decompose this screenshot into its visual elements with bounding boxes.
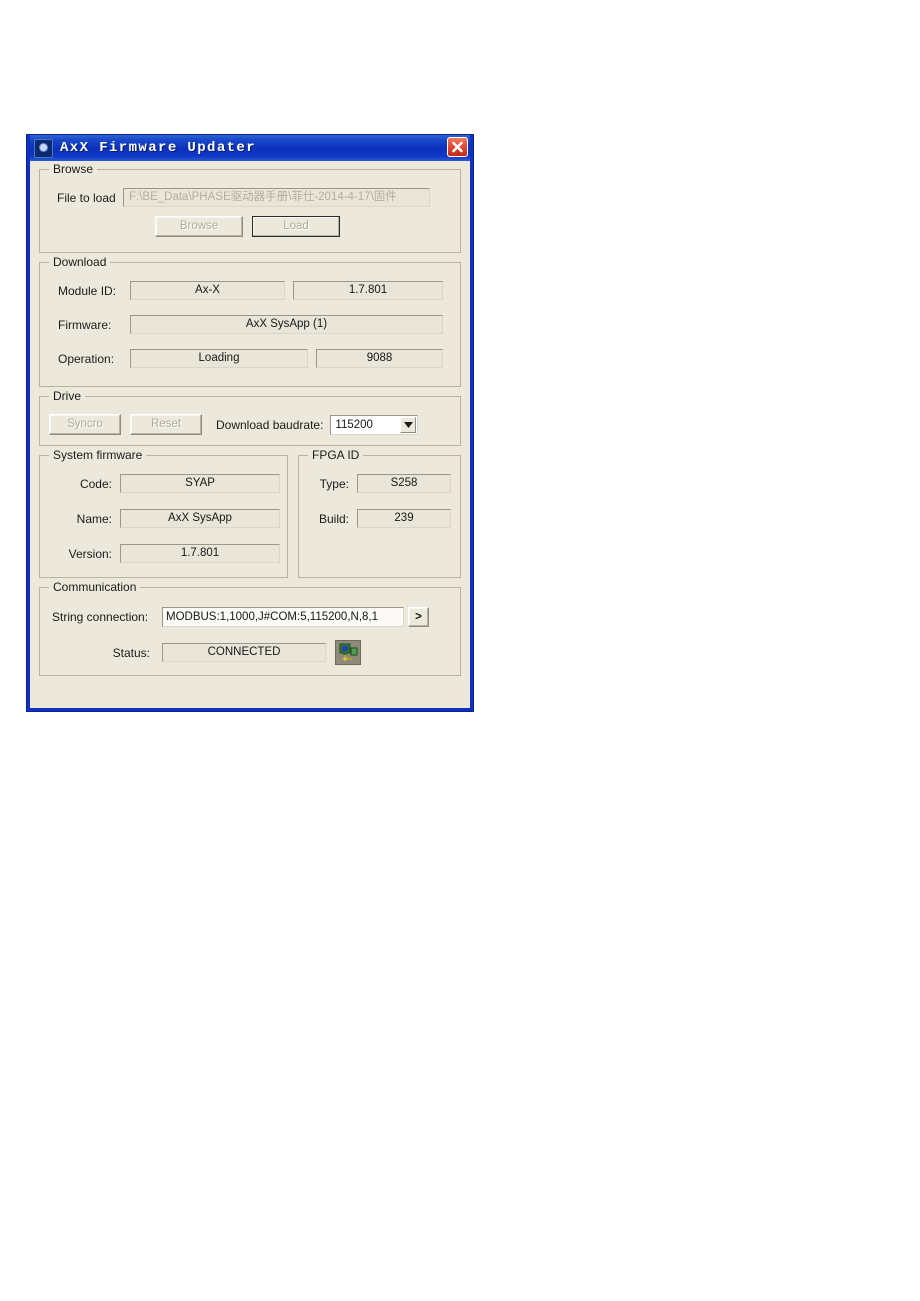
download-baudrate-label: Download baudrate: bbox=[216, 417, 324, 432]
fpga-type-value: S258 bbox=[357, 474, 451, 493]
operation-value: Loading bbox=[130, 349, 308, 368]
client-area: Browse File to load F:\BE_Data\PHASE驱动器手… bbox=[30, 161, 470, 708]
download-baudrate-value: 115200 bbox=[335, 418, 373, 431]
operation-label: Operation: bbox=[58, 351, 115, 366]
expand-connection-button[interactable]: > bbox=[408, 607, 429, 627]
network-connection-glyph bbox=[339, 643, 357, 661]
firmware-value: AxX SysApp (1) bbox=[130, 315, 443, 334]
window-title: AxX Firmware Updater bbox=[60, 140, 257, 156]
module-id-label: Module ID: bbox=[58, 283, 117, 298]
communication-group-title: Communication bbox=[49, 580, 141, 594]
app-gear-icon bbox=[34, 138, 53, 158]
firmware-info-row: System firmware Code: SYAP Name: AxX Sys… bbox=[39, 448, 461, 578]
download-group: Download Module ID: Ax-X 1.7.801 Firmwar… bbox=[39, 255, 461, 387]
sysfw-name-label: Name: bbox=[76, 511, 112, 526]
close-icon[interactable] bbox=[447, 137, 468, 157]
drive-group-title: Drive bbox=[49, 389, 86, 403]
load-button[interactable]: Load bbox=[252, 216, 340, 237]
network-connection-icon[interactable] bbox=[335, 640, 361, 665]
browse-group: Browse File to load F:\BE_Data\PHASE驱动器手… bbox=[39, 162, 461, 253]
operation-count-value: 9088 bbox=[316, 349, 443, 368]
firmware-label: Firmware: bbox=[58, 317, 112, 332]
drive-group: Drive Syncro Reset Download baudrate: 11… bbox=[39, 389, 461, 446]
fpga-type-label: Type: bbox=[319, 476, 349, 491]
file-to-load-input[interactable]: F:\BE_Data\PHASE驱动器手册\菲仕-2014-4-17\固件 bbox=[123, 188, 430, 207]
system-firmware-group-title: System firmware bbox=[49, 448, 147, 462]
sysfw-version-label: Version: bbox=[68, 546, 112, 561]
reset-button[interactable]: Reset bbox=[130, 414, 202, 435]
sysfw-version-value: 1.7.801 bbox=[120, 544, 280, 563]
status-value: CONNECTED bbox=[162, 643, 326, 662]
fpga-id-group-title: FPGA ID bbox=[308, 448, 364, 462]
download-baudrate-select[interactable]: 115200 bbox=[330, 414, 419, 435]
app-window: AxX Firmware Updater Browse File to load… bbox=[26, 134, 474, 712]
syncro-button[interactable]: Syncro bbox=[49, 414, 121, 435]
sysfw-code-label: Code: bbox=[79, 476, 112, 491]
fpga-build-label: Build: bbox=[318, 511, 349, 526]
string-connection-label: String connection: bbox=[52, 610, 149, 624]
chevron-down-icon[interactable] bbox=[400, 416, 417, 433]
browse-button[interactable]: Browse bbox=[155, 216, 243, 237]
file-to-load-label: File to load bbox=[57, 190, 116, 205]
fpga-id-group: FPGA ID Type: S258 Build: 239 bbox=[298, 448, 461, 578]
module-version-value: 1.7.801 bbox=[293, 281, 443, 300]
status-label: Status: bbox=[112, 645, 150, 660]
close-glyph bbox=[452, 141, 463, 153]
sysfw-code-value: SYAP bbox=[120, 474, 280, 493]
sysfw-name-value: AxX SysApp bbox=[120, 509, 280, 528]
download-group-title: Download bbox=[49, 255, 111, 269]
system-firmware-group: System firmware Code: SYAP Name: AxX Sys… bbox=[39, 448, 288, 578]
string-connection-input[interactable]: MODBUS:1,1000,J#COM:5,115200,N,8,1 bbox=[162, 607, 404, 627]
chevron-down-glyph bbox=[403, 421, 413, 428]
communication-group: Communication String connection: MODBUS:… bbox=[39, 580, 461, 676]
browse-group-title: Browse bbox=[49, 162, 98, 176]
module-id-value: Ax-X bbox=[130, 281, 285, 300]
fpga-build-value: 239 bbox=[357, 509, 451, 528]
title-bar[interactable]: AxX Firmware Updater bbox=[30, 135, 470, 161]
